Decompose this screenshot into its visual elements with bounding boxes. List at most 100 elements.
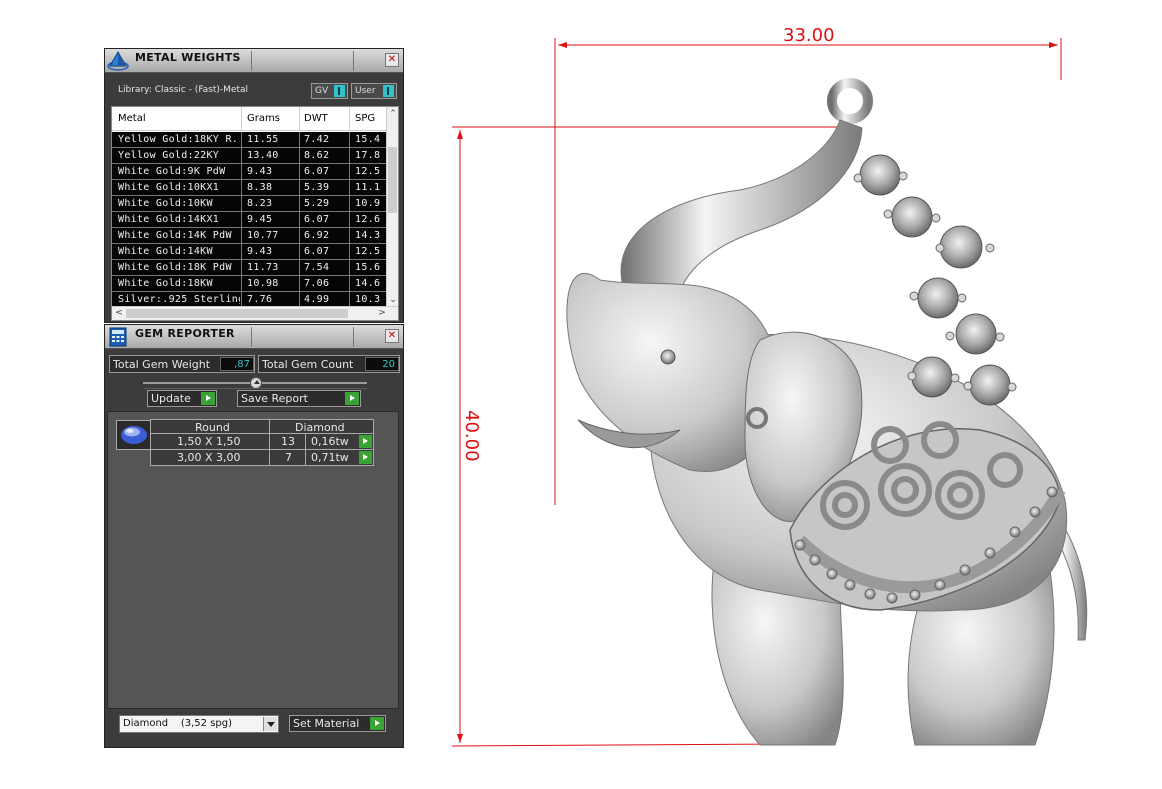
dwt-cell: 5.29: [304, 198, 330, 209]
grams-cell: 8.23: [247, 198, 273, 209]
metal-weights-title-bar[interactable]: METAL WEIGHTS ✕: [105, 49, 403, 73]
gem-reporter-title-bar[interactable]: GEM REPORTER ✕: [105, 325, 403, 349]
metal-name-cell: White Gold:9K PdW: [118, 166, 226, 177]
column-header-dwt[interactable]: DWT: [304, 113, 328, 124]
save-report-button[interactable]: Save Report: [237, 390, 361, 407]
scroll-thumb[interactable]: [126, 309, 348, 318]
close-icon[interactable]: ✕: [385, 53, 399, 67]
gem-reporter-panel: GEM REPORTER ✕ Total Gem Weight ,87 Tota…: [104, 324, 404, 748]
calculator-icon: [106, 326, 130, 348]
user-toggle-label: User: [355, 86, 376, 96]
metal-weights-title: METAL WEIGHTS: [135, 51, 241, 64]
gem-table: Round Diamond 1,50 X 1,50 13 0,16tw 3,00…: [150, 419, 374, 466]
gem-row[interactable]: 1,50 X 1,50 13 0,16tw: [150, 434, 374, 450]
dwt-cell: 6.07: [304, 246, 330, 257]
title-separator: [353, 327, 354, 347]
dimension-width-value: 33.00: [783, 25, 835, 46]
scroll-right-icon[interactable]: >: [376, 307, 388, 320]
play-arrow-icon: [201, 392, 215, 405]
user-toggle[interactable]: User: [351, 83, 397, 99]
dwt-cell: 7.54: [304, 262, 330, 273]
horizontal-scrollbar[interactable]: < >: [112, 306, 398, 320]
spg-cell: 15.6: [355, 262, 381, 273]
metal-name-cell: White Gold:18K PdW: [118, 262, 232, 273]
column-header-grams[interactable]: Grams: [247, 113, 280, 124]
gem-icon[interactable]: [116, 420, 152, 450]
metal-name-cell: White Gold:14KX1: [118, 214, 220, 225]
dwt-cell: 6.07: [304, 214, 330, 225]
gem-weight: 0,71tw: [311, 451, 349, 464]
spg-cell: 10.3: [355, 294, 381, 305]
gem-material-header: Diamond: [295, 421, 345, 434]
dropdown-arrow-icon[interactable]: [263, 717, 277, 731]
dimension-height-value: 40.00: [461, 410, 482, 462]
elephant-pendant-model[interactable]: [566, 78, 1088, 746]
table-row[interactable]: White Gold:9K PdW 9.43 6.07 12.5: [112, 164, 388, 180]
table-header: Metal Grams DWT SPG: [112, 107, 388, 131]
spg-cell: 12.5: [355, 166, 381, 177]
metal-name-cell: White Gold:18KW: [118, 278, 213, 289]
play-arrow-icon[interactable]: [359, 451, 372, 464]
dwt-cell: 5.39: [304, 182, 330, 193]
table-row[interactable]: White Gold:10KW 8.23 5.29 10.9: [112, 196, 388, 212]
viewport-canvas[interactable]: 33.00 40.00: [430, 0, 1162, 789]
vertical-scrollbar[interactable]: ⌃ ⌄: [386, 107, 398, 307]
gem-row[interactable]: 3,00 X 3,00 7 0,71tw: [150, 450, 374, 466]
scroll-down-icon[interactable]: ⌄: [388, 294, 398, 306]
slider-knob-icon[interactable]: [250, 377, 262, 389]
grams-cell: 9.45: [247, 214, 273, 225]
spg-cell: 14.6: [355, 278, 381, 289]
close-icon[interactable]: ✕: [385, 329, 399, 343]
metal-name-cell: Yellow Gold:22KY: [118, 150, 220, 161]
gv-toggle-label: GV: [315, 86, 329, 96]
dwt-cell: 4.99: [304, 294, 330, 305]
spg-cell: 11.1: [355, 182, 381, 193]
column-header-spg[interactable]: SPG: [355, 113, 375, 124]
grams-cell: 11.73: [247, 262, 279, 273]
gem-count: 7: [285, 451, 292, 464]
dwt-cell: 6.92: [304, 230, 330, 241]
spg-cell: 14.3: [355, 230, 381, 241]
metal-name-cell: White Gold:14K PdW: [118, 230, 232, 241]
gem-count: 13: [281, 435, 295, 448]
spg-cell: 17.8: [355, 150, 381, 161]
total-gem-weight-value: ,87: [220, 357, 254, 371]
scroll-up-icon[interactable]: ⌃: [388, 108, 398, 120]
table-row[interactable]: White Gold:18KW 10.98 7.06 14.6: [112, 276, 388, 292]
total-gem-weight-label: Total Gem Weight: [113, 358, 211, 371]
scroll-left-icon[interactable]: <: [113, 307, 125, 320]
table-row[interactable]: Yellow Gold:18KY R... 11.55 7.42 15.4: [112, 132, 388, 148]
grams-cell: 11.55: [247, 134, 279, 145]
column-header-metal[interactable]: Metal: [118, 113, 146, 124]
table-row[interactable]: White Gold:18K PdW 11.73 7.54 15.6: [112, 260, 388, 276]
metal-weights-table[interactable]: Metal Grams DWT SPG Yellow Gold:18KY R..…: [111, 106, 399, 321]
table-row[interactable]: White Gold:14KW 9.43 6.07 12.5: [112, 244, 388, 260]
total-gem-count-label: Total Gem Count: [262, 358, 354, 371]
library-label: Library: Classic - (Fast)-Metal: [118, 85, 249, 95]
gem-shape-header: Round: [195, 421, 230, 434]
gem-weight: 0,16tw: [311, 435, 349, 448]
update-button[interactable]: Update: [147, 390, 217, 407]
model-viewport[interactable]: 33.00 40.00: [430, 0, 1162, 789]
table-row[interactable]: White Gold:14KX1 9.45 6.07 12.6: [112, 212, 388, 228]
metal-name-cell: Yellow Gold:18KY R...: [118, 134, 240, 145]
table-row[interactable]: White Gold:14K PdW 10.77 6.92 14.3: [112, 228, 388, 244]
gv-toggle[interactable]: GV: [311, 83, 348, 99]
set-material-button[interactable]: Set Material: [289, 715, 386, 732]
table-row[interactable]: Yellow Gold:22KY 13.40 8.62 17.8: [112, 148, 388, 164]
save-report-button-label: Save Report: [241, 392, 308, 405]
metal-name-cell: White Gold:10KX1: [118, 182, 220, 193]
grams-cell: 10.77: [247, 230, 279, 241]
material-select-value: Diamond (3,52 spg): [123, 718, 233, 729]
table-row[interactable]: White Gold:10KX1 8.38 5.39 11.1: [112, 180, 388, 196]
scroll-thumb[interactable]: [388, 147, 397, 213]
play-arrow-icon[interactable]: [359, 435, 372, 448]
spg-cell: 15.4: [355, 134, 381, 145]
dwt-cell: 7.42: [304, 134, 330, 145]
metal-name-cell: White Gold:10KW: [118, 198, 213, 209]
grams-cell: 8.38: [247, 182, 273, 193]
play-arrow-icon: [345, 392, 359, 405]
gem-reporter-title: GEM REPORTER: [135, 327, 235, 340]
set-material-button-label: Set Material: [293, 717, 360, 730]
material-select[interactable]: Diamond (3,52 spg): [119, 715, 279, 733]
